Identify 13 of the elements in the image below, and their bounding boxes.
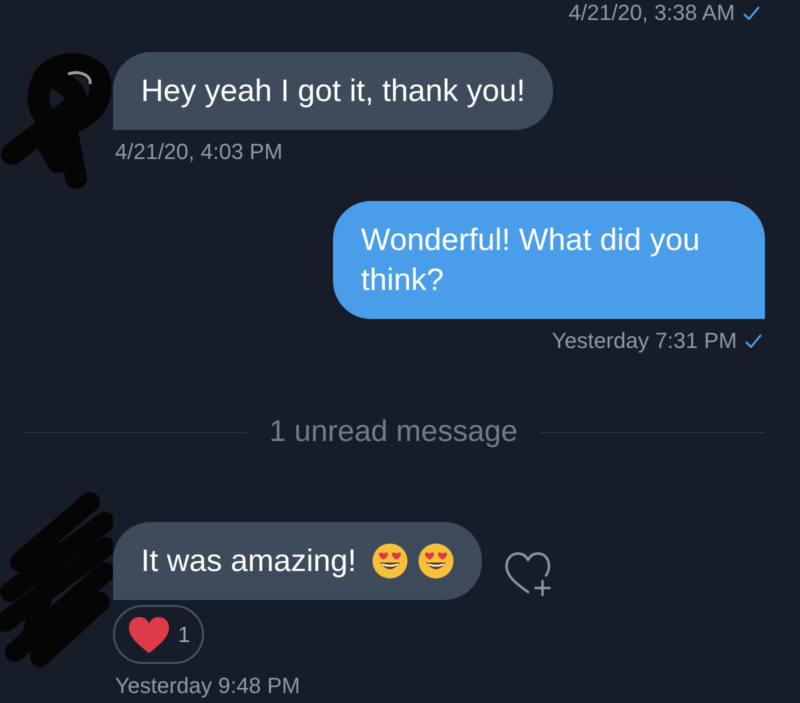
heart-icon (128, 616, 170, 654)
reaction-button[interactable]: 1 (113, 605, 204, 664)
message-timestamp: 4/21/20, 3:38 AM (568, 0, 735, 26)
message-timestamp: Yesterday 7:31 PM (552, 328, 737, 354)
message-text: Hey yeah I got it, thank you! (141, 72, 526, 110)
message-text: Wonderful! What did you think? (361, 221, 701, 299)
unread-divider-label: 1 unread message (269, 414, 518, 450)
message-timestamp: Yesterday 9:48 PM (115, 673, 300, 699)
message-timestamp: 4/21/20, 4:03 PM (115, 139, 283, 165)
heart-eyes-emoji-icon (372, 543, 408, 579)
heart-plus-icon[interactable] (504, 551, 552, 597)
message-text: It was amazing! (141, 542, 356, 580)
heart-eyes-emoji-icon (418, 543, 454, 579)
